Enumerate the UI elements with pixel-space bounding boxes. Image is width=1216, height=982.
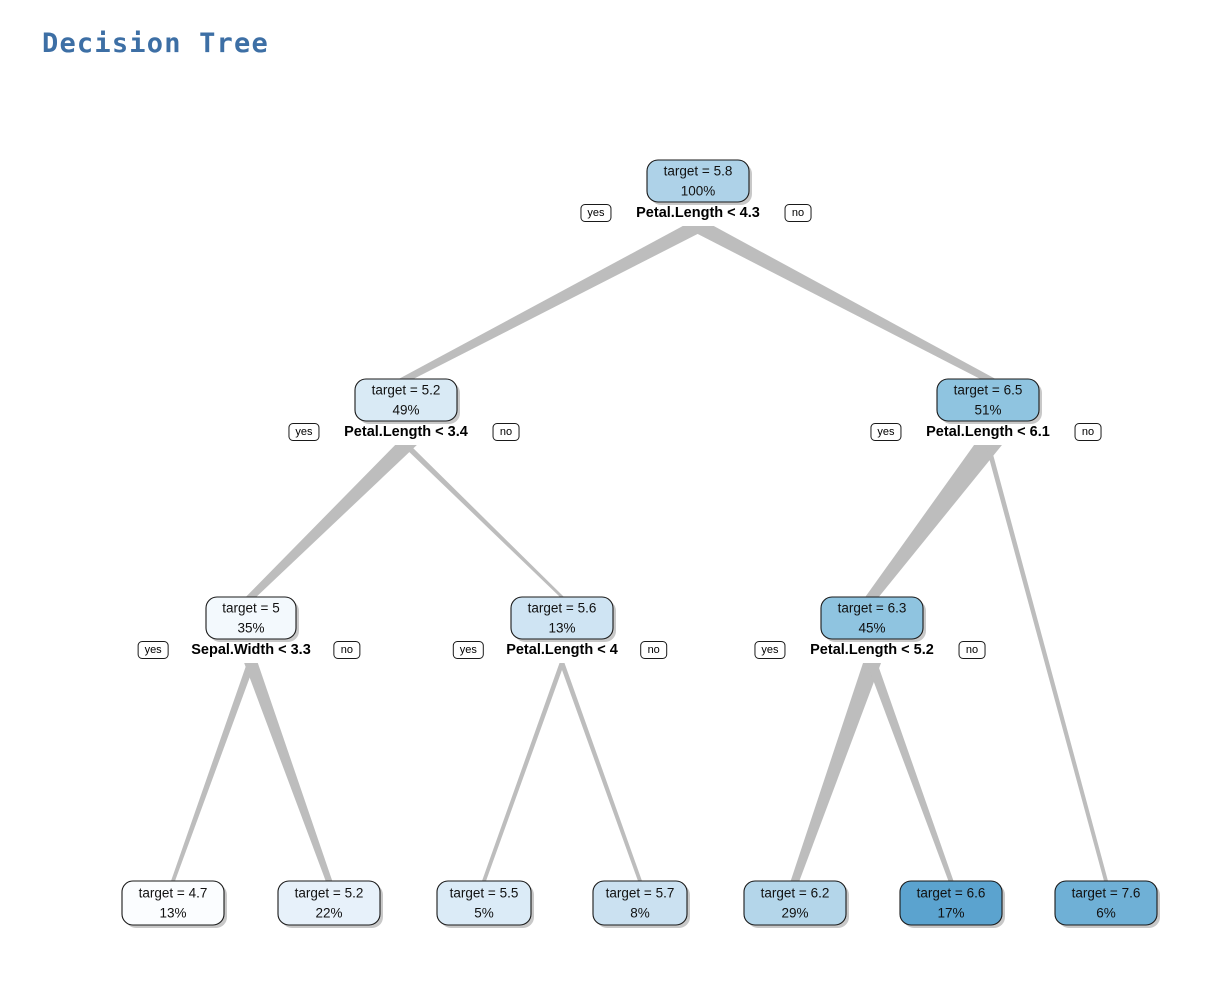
tree-edge-n3-n6: [865, 445, 1002, 597]
branch-yes-label: yes: [877, 426, 895, 438]
node-percent-label: 29%: [781, 906, 808, 921]
tree-node-n8[interactable]: target = 4.7 13%: [121, 880, 227, 928]
node-percent-label: 8%: [630, 906, 650, 921]
node-value-label: target = 6.2: [761, 886, 830, 901]
node-split-label: Petal.Length < 4: [506, 642, 618, 658]
node-percent-label: 51%: [974, 403, 1001, 418]
branch-yes-label: yes: [460, 644, 478, 656]
tree-edge-n1-n2: [398, 226, 714, 379]
branch-yes-label: yes: [295, 426, 313, 438]
tree-node-n6[interactable]: target = 6.3 45% Petal.Length < 5.2 yes no: [754, 596, 986, 659]
node-value-label: target = 5.6: [528, 601, 597, 616]
node-split-label: Sepal.Width < 3.3: [191, 642, 311, 658]
tree-edge-n5-n10: [482, 663, 565, 881]
node-percent-label: 13%: [548, 621, 575, 636]
node-percent-label: 13%: [159, 906, 186, 921]
branch-yes-label: yes: [761, 644, 779, 656]
node-percent-label: 45%: [858, 621, 885, 636]
tree-node-n11[interactable]: target = 5.7 8%: [592, 880, 690, 928]
tree-node-n9[interactable]: target = 5.2 22%: [277, 880, 383, 928]
decision-tree-canvas: target = 5.8100%Petal.Length < 4.3yes not…: [121, 159, 1160, 928]
tree-node-n10[interactable]: target = 5.5 5%: [436, 880, 534, 928]
branch-no-label: no: [648, 644, 660, 656]
node-percent-label: 100%: [681, 184, 716, 199]
branch-yes-label: yes: [587, 207, 605, 219]
node-value-label: target = 5.2: [295, 886, 364, 901]
node-value-label: target = 5: [222, 601, 279, 616]
node-split-label: Petal.Length < 3.4: [344, 424, 468, 440]
node-value-label: target = 7.6: [1072, 886, 1141, 901]
node-value-label: target = 5.7: [606, 886, 675, 901]
node-percent-label: 17%: [937, 906, 964, 921]
tree-node-n3[interactable]: target = 6.5 51% Petal.Length < 6.1 yes no: [870, 378, 1102, 441]
tree-edge-n6-n12: [790, 663, 881, 881]
tree-node-n5[interactable]: target = 5.6 13% Petal.Length < 4 yes no: [452, 596, 668, 659]
branch-yes-label: yes: [145, 644, 163, 656]
branch-no-label: no: [1082, 426, 1094, 438]
node-split-label: Petal.Length < 4.3: [636, 205, 760, 221]
tree-edge-n3-n13: [985, 445, 1108, 881]
node-value-label: target = 5.8: [664, 164, 733, 179]
tree-edge-n2-n5: [401, 445, 564, 597]
tree-edge-n5-n11: [559, 663, 642, 881]
branch-no-label: no: [341, 644, 353, 656]
node-value-label: target = 5.5: [450, 886, 519, 901]
node-split-label: Petal.Length < 6.1: [926, 424, 1050, 440]
tree-edge-n4-n9: [244, 663, 333, 881]
tree-links: [171, 226, 1108, 881]
node-percent-label: 5%: [474, 906, 494, 921]
node-value-label: target = 4.7: [139, 886, 208, 901]
tree-edge-n6-n14: [866, 663, 954, 881]
tree-node-n1[interactable]: target = 5.8 100% Petal.Length < 4.3 yes no: [580, 159, 812, 222]
tree-nodes: target = 5.8100%Petal.Length < 4.3yes not…: [121, 159, 1160, 928]
tree-edge-n4-n8: [171, 663, 256, 881]
tree-node-n12[interactable]: target = 6.2 29%: [743, 880, 849, 928]
node-split-label: Petal.Length < 5.2: [810, 642, 934, 658]
tree-node-n14[interactable]: target = 6.6 17%: [899, 880, 1005, 928]
tree-node-n4[interactable]: target = 5 35% Sepal.Width < 3.3 yes no: [137, 596, 361, 659]
branch-no-label: no: [966, 644, 978, 656]
node-value-label: target = 5.2: [372, 383, 441, 398]
node-value-label: target = 6.6: [917, 886, 986, 901]
node-value-label: target = 6.3: [838, 601, 907, 616]
node-value-label: target = 6.5: [954, 383, 1023, 398]
node-percent-label: 35%: [237, 621, 264, 636]
branch-no-label: no: [500, 426, 512, 438]
node-percent-label: 22%: [315, 906, 342, 921]
tree-edge-n1-n3: [682, 226, 996, 379]
branch-no-label: no: [792, 207, 804, 219]
node-percent-label: 6%: [1096, 906, 1116, 921]
node-percent-label: 49%: [392, 403, 419, 418]
tree-node-n2[interactable]: target = 5.2 49% Petal.Length < 3.4 yes no: [288, 378, 520, 441]
tree-node-n13[interactable]: target = 7.6 6%: [1054, 880, 1160, 928]
tree-edge-n2-n4: [245, 445, 417, 597]
